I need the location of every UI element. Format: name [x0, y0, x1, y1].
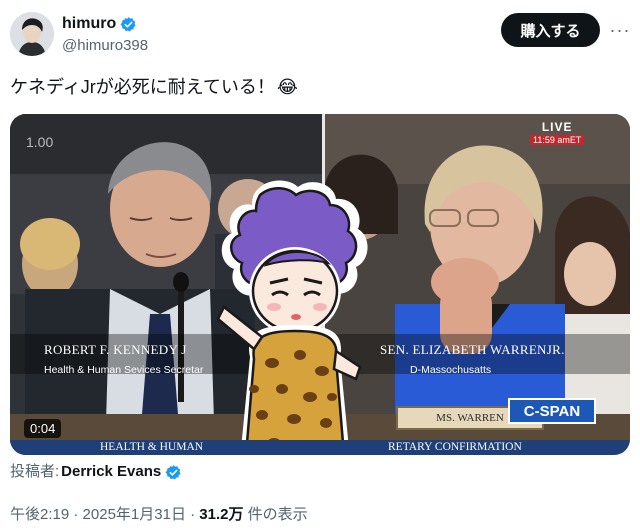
caption-right-name: SEN. ELIZABETH WARRENJR.: [380, 342, 565, 357]
buy-button[interactable]: 購入する: [501, 13, 600, 47]
author-name-row[interactable]: himuro: [62, 14, 137, 34]
more-dots-icon[interactable]: ···: [606, 16, 634, 44]
video-player[interactable]: 1.00 LIVE 11:59 amET ROBERT F. KENNEDY J…: [10, 114, 630, 455]
tweet-date[interactable]: 2025年1月31日: [83, 506, 186, 523]
poster-name[interactable]: Derrick Evans: [61, 462, 161, 482]
author-handle[interactable]: @himuro398: [62, 37, 148, 55]
author-name[interactable]: himuro: [62, 14, 116, 34]
avatar-portrait-icon: [10, 12, 54, 56]
banner-right: RETARY CONFIRMATION: [388, 441, 522, 453]
caption-left-name: ROBERT F. KENNEDY J: [44, 342, 187, 357]
meta-separator: ·: [185, 506, 200, 523]
caption-left: ROBERT F. KENNEDY J Health & Human Sevic…: [44, 342, 203, 376]
poster-attribution: 投稿者: Derrick Evans: [10, 462, 182, 482]
live-time: 11:59 amET: [530, 135, 585, 145]
cspan-logo: C-SPAN: [508, 398, 596, 424]
caption-left-role: Health & Human Sevices Secretar: [44, 364, 204, 376]
tweet-text: ケネディJrが必死に耐えている！ 😂: [10, 74, 298, 100]
live-label: LIVE: [541, 120, 573, 134]
verified-badge-icon: [165, 464, 181, 479]
lower-third-banner: HEALTH & HUMAN RETARY CONFIRMATION: [10, 440, 630, 455]
live-badge: LIVE 11:59 amET: [530, 120, 585, 145]
caption-right: SEN. ELIZABETH WARRENJR. D-Massochusatts: [380, 342, 565, 376]
banner-left: HEALTH & HUMAN: [100, 441, 204, 453]
laughing-tears-emoji-icon: 😂: [276, 77, 298, 97]
tweet-text-body: ケネディJrが必死に耐えている！: [10, 77, 275, 97]
meta-separator: ·: [69, 506, 83, 523]
view-count: 31.2万: [199, 506, 244, 523]
caption-right-role: D-Massochusatts: [410, 364, 492, 376]
tweet-meta: 午後2:19 · 2025年1月31日 · 31.2万 件の表示: [10, 505, 308, 525]
view-count-suffix: 件の表示: [243, 506, 308, 523]
verified-badge-icon: [120, 16, 136, 31]
video-duration: 0:04: [24, 419, 62, 438]
playback-speed: 1.00: [26, 134, 54, 150]
poster-label: 投稿者:: [10, 463, 60, 480]
tweet-time[interactable]: 午後2:19: [10, 506, 69, 523]
avatar[interactable]: [10, 12, 54, 56]
